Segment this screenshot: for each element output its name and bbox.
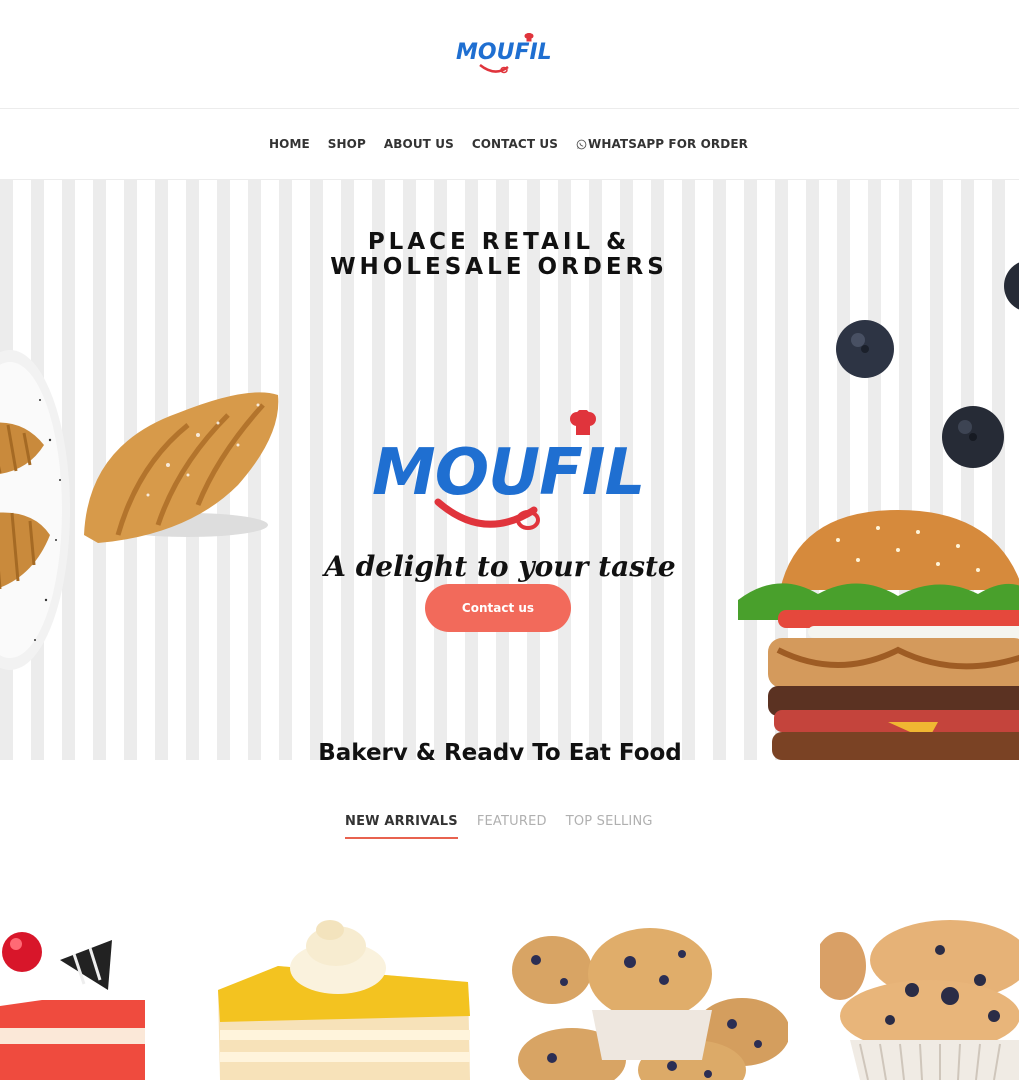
smile-icon [479, 64, 509, 74]
nav-about-us[interactable]: ABOUT US [384, 137, 454, 151]
nav-whatsapp-order[interactable]: WHATSAPP FOR ORDER [576, 137, 748, 151]
logo-text: MOUFIL [456, 40, 552, 65]
chef-hat-icon [570, 410, 596, 435]
main-nav: HOME SHOP ABOUT US CONTACT US WHATSAPP F… [0, 109, 1019, 180]
whatsapp-icon [576, 139, 587, 149]
smile-icon [434, 498, 540, 530]
blueberry-image [1004, 262, 1019, 310]
burger-image [738, 510, 1019, 760]
product-tabs: NEW ARRIVALS FEATURED TOP SELLING [345, 814, 653, 839]
product-image-blueberry-muffins[interactable] [512, 920, 788, 1080]
nav-shop[interactable]: SHOP [328, 137, 366, 151]
blueberry-image [836, 320, 894, 378]
site-logo[interactable]: MOUFIL [456, 30, 552, 78]
nav-list: HOME SHOP ABOUT US CONTACT US WHATSAPP F… [269, 137, 748, 151]
product-image-muffins[interactable] [820, 920, 1019, 1080]
hero-title: PLACE RETAIL & WHOLESALE ORDERS [309, 230, 689, 280]
product-grid [0, 920, 1019, 1080]
chef-hat-icon [524, 33, 534, 42]
blueberry-image [942, 406, 1004, 468]
hero-logo: MOUFIL [368, 408, 645, 536]
nav-home[interactable]: HOME [269, 137, 310, 151]
tab-new-arrivals[interactable]: NEW ARRIVALS [345, 814, 458, 839]
tab-top-selling[interactable]: TOP SELLING [566, 814, 653, 839]
site-header: MOUFIL [0, 0, 1019, 109]
nav-contact-us[interactable]: CONTACT US [472, 137, 558, 151]
hero-title-line2: WHOLESALE ORDERS [330, 254, 668, 280]
product-image-cake-slice[interactable] [0, 920, 150, 1080]
tab-featured[interactable]: FEATURED [477, 814, 547, 839]
nav-whatsapp-label: WHATSAPP FOR ORDER [587, 137, 748, 151]
contact-us-button[interactable]: Contact us [425, 584, 571, 632]
hero-title-line1: PLACE RETAIL & [367, 229, 631, 255]
product-image-pineapple-cake[interactable] [218, 920, 474, 1080]
hero-banner: PLACE RETAIL & WHOLESALE ORDERS MOUFIL A… [0, 180, 1019, 760]
croissant-image [0, 512, 50, 589]
hero-subheading: Bakery & Ready To Eat Food [318, 740, 682, 760]
croissant-image [84, 392, 279, 543]
croissant-image [0, 422, 44, 474]
